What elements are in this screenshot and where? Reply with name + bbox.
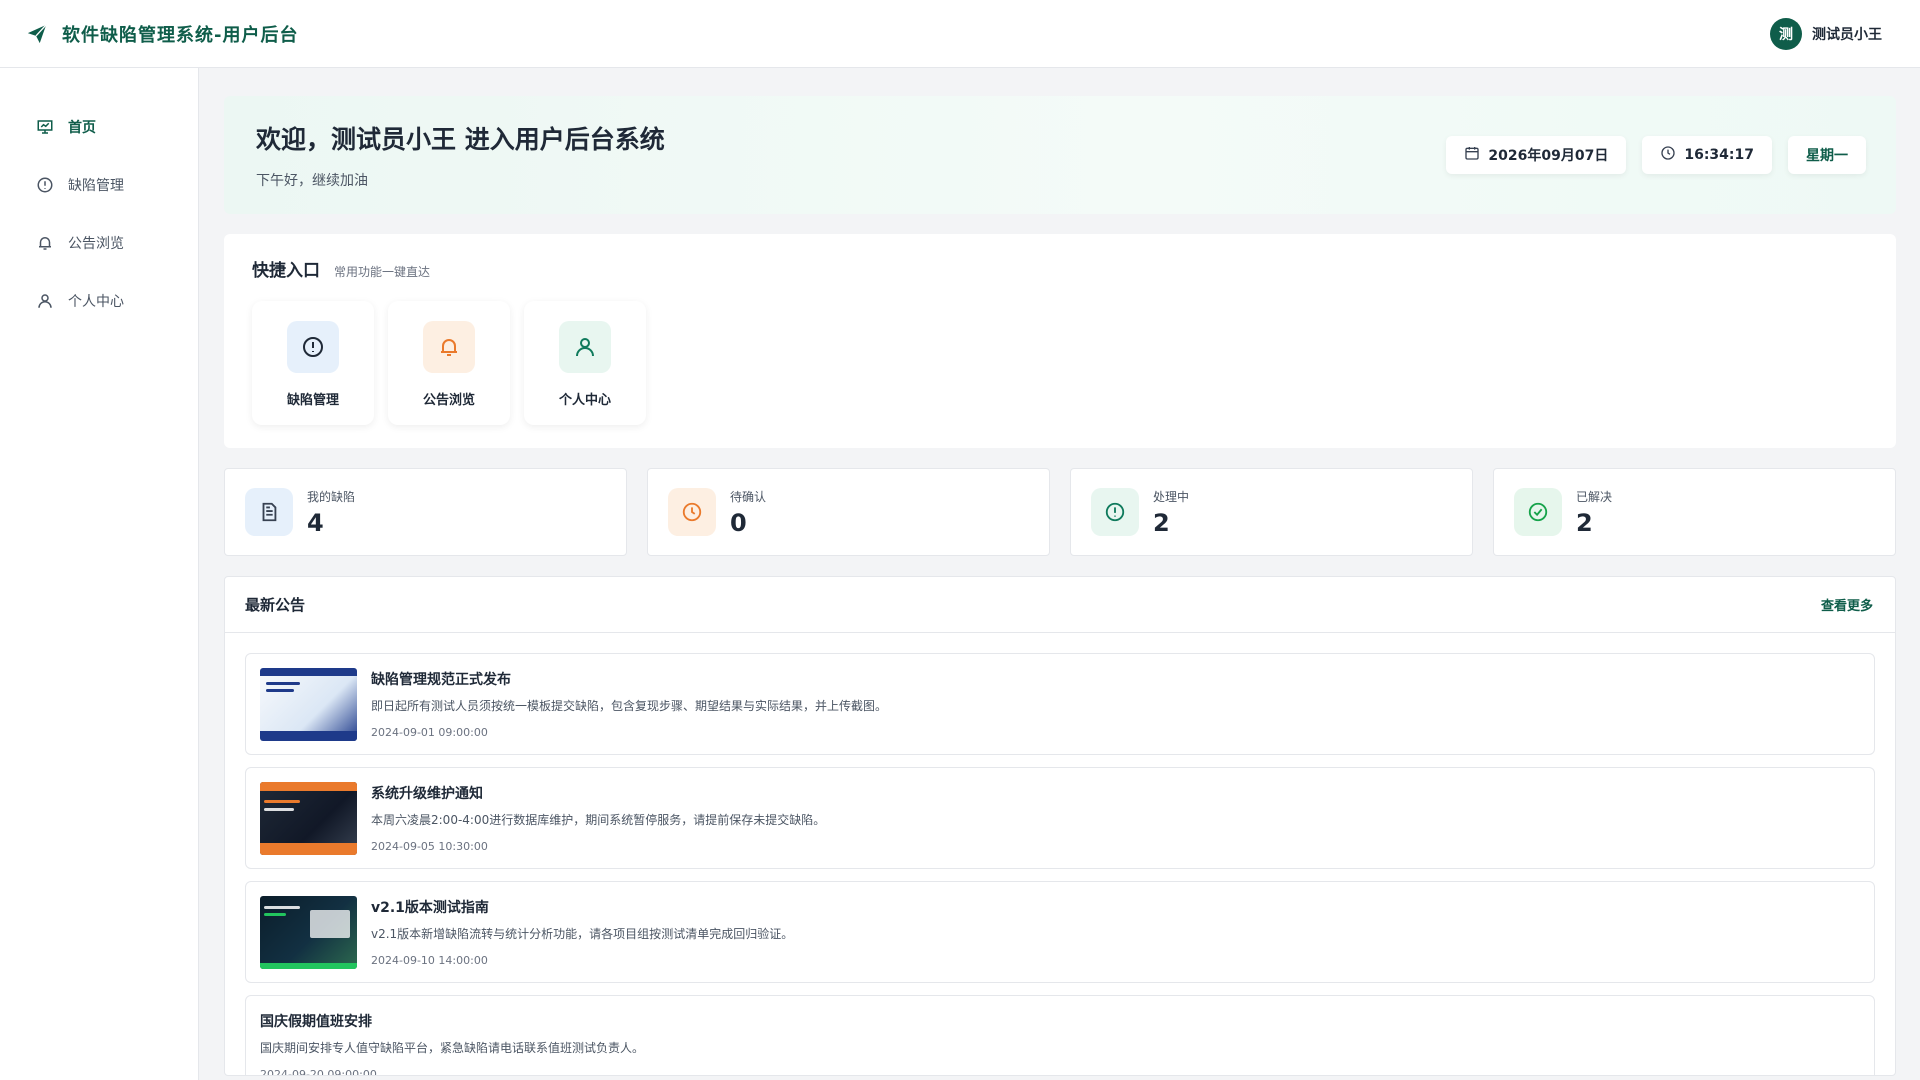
notices-panel: 最新公告 查看更多 缺陷管理规范正式发布 即日起所有测试人员须按统一模板提交缺陷… <box>224 576 1896 1076</box>
notices-title: 最新公告 <box>245 596 306 614</box>
notice-title: 缺陷管理规范正式发布 <box>371 672 511 688</box>
clock-icon <box>1660 145 1676 165</box>
check-circle-icon <box>1514 488 1562 536</box>
stat-value: 4 <box>307 508 324 537</box>
bell-icon <box>36 234 54 252</box>
stat-in-progress[interactable]: 处理中 2 <box>1070 468 1473 556</box>
notice-desc: 即日起所有测试人员须按统一模板提交缺陷，包含复现步骤、期望结果与实际结果，并上传… <box>371 699 888 713</box>
paper-plane-icon <box>26 23 48 45</box>
user-icon <box>559 321 611 373</box>
sidebar-item-label: 缺陷管理 <box>68 178 124 194</box>
quick-access-subtitle: 常用功能一键直达 <box>334 265 431 279</box>
weekday-text: 星期一 <box>1806 148 1848 164</box>
user-menu[interactable]: 测 测试员小王 <box>1770 17 1882 50</box>
main-content: 欢迎，测试员小王 进入用户后台系统 下午好，继续加油 2026年09月07日 1… <box>224 96 1896 1076</box>
notice-title: 国庆假期值班安排 <box>260 1014 372 1030</box>
stat-value: 0 <box>730 508 747 537</box>
sidebar-item-label: 首页 <box>68 120 96 136</box>
bell-icon <box>423 321 475 373</box>
quick-card-label: 缺陷管理 <box>286 393 339 408</box>
notice-title: 系统升级维护通知 <box>371 786 483 802</box>
quick-card-defects[interactable]: 缺陷管理 <box>252 301 374 425</box>
notice-thumbnail <box>260 781 357 855</box>
alert-circle-icon <box>36 176 54 194</box>
quick-access-panel: 快捷入口 常用功能一键直达 缺陷管理 公告浏览 个人中心 <box>224 234 1896 448</box>
notice-date: 2024-09-10 14:00:00 <box>371 954 488 967</box>
stat-my-defects[interactable]: 我的缺陷 4 <box>224 468 627 556</box>
user-name: 测试员小王 <box>1812 26 1882 43</box>
stat-value: 2 <box>1153 508 1170 537</box>
sidebar-item-label: 公告浏览 <box>68 236 124 252</box>
alert-circle-icon <box>287 321 339 373</box>
quick-card-label: 个人中心 <box>558 393 611 408</box>
notice-thumbnail <box>260 667 357 741</box>
quick-card-label: 公告浏览 <box>422 393 475 408</box>
stat-label: 处理中 <box>1153 489 1190 504</box>
stat-pending[interactable]: 待确认 0 <box>647 468 1050 556</box>
avatar: 测 <box>1770 17 1802 50</box>
view-more-link[interactable]: 查看更多 <box>1821 595 1873 614</box>
notice-item[interactable]: v2.1版本测试指南 v2.1版本新增缺陷流转与统计分析功能，请各项目组按测试清… <box>245 881 1875 983</box>
stat-value: 2 <box>1576 508 1593 537</box>
notice-date: 2024-09-20 09:00:00 <box>260 1068 377 1076</box>
notice-desc: v2.1版本新增缺陷流转与统计分析功能，请各项目组按测试清单完成回归验证。 <box>371 927 794 941</box>
brand[interactable]: 软件缺陷管理系统-用户后台 <box>26 21 298 47</box>
notice-item[interactable]: 国庆假期值班安排 国庆期间安排专人值守缺陷平台，紧急缺陷请电话联系值班测试负责人… <box>245 995 1875 1076</box>
quick-access-title: 快捷入口 <box>252 261 320 281</box>
notice-title: v2.1版本测试指南 <box>371 900 489 916</box>
sidebar-item-home[interactable]: 首页 <box>0 98 198 156</box>
sidebar-item-notices[interactable]: 公告浏览 <box>0 214 198 272</box>
top-header: 软件缺陷管理系统-用户后台 测 测试员小王 <box>0 0 1920 68</box>
time-text: 16:34:17 <box>1684 147 1754 163</box>
notice-thumbnail <box>260 895 357 969</box>
stat-resolved[interactable]: 已解决 2 <box>1493 468 1896 556</box>
welcome-banner: 欢迎，测试员小王 进入用户后台系统 下午好，继续加油 2026年09月07日 1… <box>224 96 1896 214</box>
app-title: 软件缺陷管理系统-用户后台 <box>62 24 299 46</box>
sidebar-item-label: 个人中心 <box>68 294 124 310</box>
quick-card-notices[interactable]: 公告浏览 <box>388 301 510 425</box>
document-icon <box>245 488 293 536</box>
notice-item[interactable]: 系统升级维护通知 本周六凌晨2:00-4:00进行数据库维护，期间系统暂停服务，… <box>245 767 1875 869</box>
stats-row: 我的缺陷 4 待确认 0 处理中 2 已解决 2 <box>224 468 1896 556</box>
calendar-icon <box>1464 145 1480 165</box>
date-chip: 2026年09月07日 <box>1446 136 1627 174</box>
sidebar: 首页 缺陷管理 公告浏览 个人中心 <box>0 68 199 1080</box>
notice-date: 2024-09-05 10:30:00 <box>371 840 488 853</box>
stat-label: 已解决 <box>1576 489 1613 504</box>
presentation-icon <box>36 118 54 136</box>
notice-date: 2024-09-01 09:00:00 <box>371 726 488 739</box>
user-icon <box>36 292 54 310</box>
sidebar-item-profile[interactable]: 个人中心 <box>0 272 198 330</box>
clock-icon <box>668 488 716 536</box>
time-chip: 16:34:17 <box>1642 136 1772 174</box>
stat-label: 待确认 <box>730 489 767 504</box>
stat-label: 我的缺陷 <box>307 489 356 504</box>
date-text: 2026年09月07日 <box>1488 148 1609 164</box>
notice-item[interactable]: 缺陷管理规范正式发布 即日起所有测试人员须按统一模板提交缺陷，包含复现步骤、期望… <box>245 653 1875 755</box>
notice-desc: 本周六凌晨2:00-4:00进行数据库维护，期间系统暂停服务，请提前保存未提交缺… <box>371 813 826 827</box>
quick-card-profile[interactable]: 个人中心 <box>524 301 646 425</box>
weekday-chip: 星期一 <box>1788 136 1866 174</box>
alert-circle-icon <box>1091 488 1139 536</box>
notice-desc: 国庆期间安排专人值守缺陷平台，紧急缺陷请电话联系值班测试负责人。 <box>260 1041 645 1055</box>
sidebar-item-defects[interactable]: 缺陷管理 <box>0 156 198 214</box>
